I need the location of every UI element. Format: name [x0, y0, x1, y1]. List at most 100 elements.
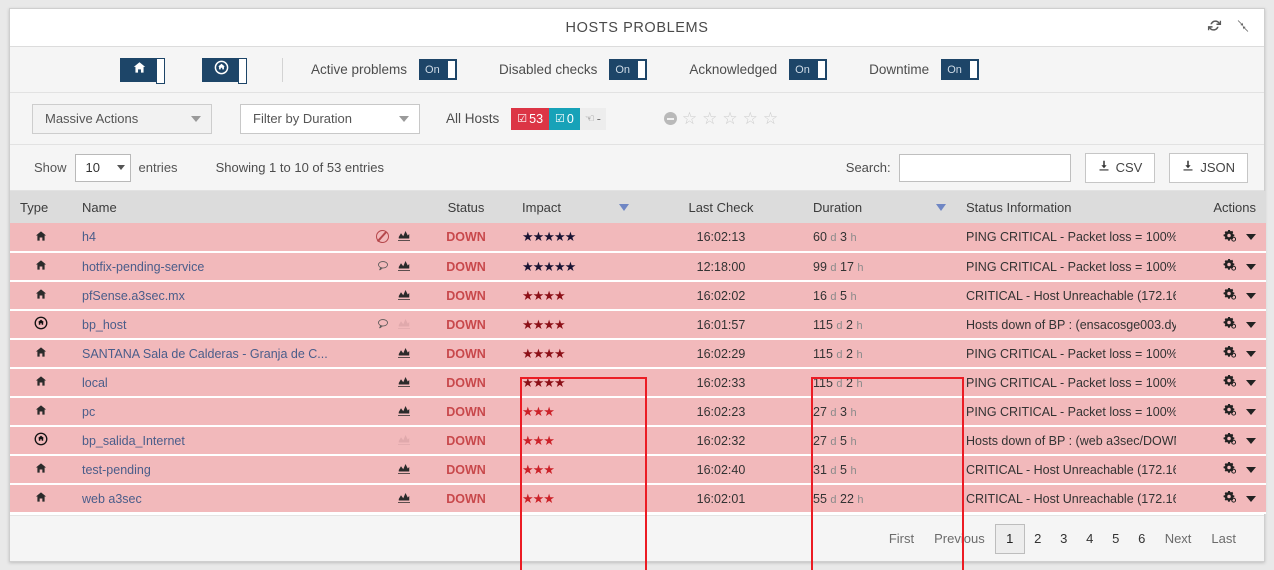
table-row[interactable]: bp_salida_Internet DOWN ★★★ 16:02:32 27 d 5 … [10, 426, 1266, 456]
star-filter-1[interactable]: ☆ [682, 110, 697, 127]
chevron-down-icon[interactable] [1246, 408, 1256, 415]
column-header-impact[interactable]: Impact [512, 191, 639, 223]
toggle-switch[interactable]: On [941, 59, 980, 80]
duration-filter-select[interactable]: Filter by Duration [240, 103, 420, 134]
pagination-page-3[interactable]: 3 [1051, 525, 1077, 553]
table-row[interactable]: SANTANA Sala de Calderas - Granja de C..… [10, 339, 1266, 369]
table-row[interactable]: h4 DOWN ★★★★★ 16:02:13 60 d 3 h PING CRITICAL… [10, 223, 1266, 253]
table-row[interactable]: bp_host DOWN ★★★★ 16:01:57 115 d 2 h Hosts do… [10, 310, 1266, 340]
gears-icon[interactable] [1223, 317, 1237, 332]
pagination-first[interactable]: First [879, 525, 924, 553]
host-link[interactable]: web a3sec [82, 492, 142, 506]
pagination-next[interactable]: Next [1155, 525, 1202, 553]
column-header-last-check[interactable]: Last Check [639, 191, 803, 223]
star-filter-5[interactable]: ☆ [763, 110, 778, 127]
chevron-down-icon[interactable] [1246, 437, 1256, 444]
toggle-switch[interactable]: On [609, 59, 648, 80]
chart-icon[interactable] [398, 405, 410, 418]
chevron-down-icon[interactable] [1246, 350, 1256, 357]
chevron-down-icon[interactable] [1246, 466, 1256, 473]
export-csv-button[interactable]: CSV [1084, 152, 1156, 183]
toggle-active-problems[interactable]: Active problems On [311, 59, 458, 80]
pagination-page-2[interactable]: 2 [1025, 525, 1051, 553]
gears-icon[interactable] [1223, 375, 1237, 390]
pagination-page-6[interactable]: 6 [1129, 525, 1155, 553]
table-row[interactable]: web a3sec DOWN ★★★ 16:02:01 55 d 22 h CRITICA… [10, 484, 1266, 514]
host-link[interactable]: hotfix-pending-service [82, 260, 204, 274]
column-header-status-information[interactable]: Status Information [956, 191, 1176, 223]
host-link[interactable]: test-pending [82, 463, 151, 477]
cell-type [10, 455, 72, 485]
chart-icon[interactable] [398, 347, 410, 360]
host-link[interactable]: h4 [82, 230, 96, 244]
chart-icon[interactable] [398, 492, 410, 505]
star-filter-2[interactable]: ☆ [702, 110, 717, 127]
cell-actions [1176, 484, 1266, 514]
chevron-down-icon[interactable] [1246, 292, 1256, 299]
gears-icon[interactable] [1223, 288, 1237, 303]
massive-actions-select[interactable]: Massive Actions [32, 103, 212, 134]
pagination-page-4[interactable]: 4 [1077, 525, 1103, 553]
toggle-switch[interactable]: On [789, 59, 828, 80]
chart-icon[interactable] [398, 376, 410, 389]
gears-icon[interactable] [1223, 462, 1237, 477]
gears-icon[interactable] [1223, 433, 1237, 448]
column-header-status[interactable]: Status [420, 191, 512, 223]
entries-per-page-select[interactable]: 10 [74, 153, 131, 182]
business-process-button[interactable] [202, 57, 247, 84]
star-filter-4[interactable]: ☆ [743, 110, 758, 127]
chevron-down-icon[interactable] [1246, 495, 1256, 502]
pagination-previous[interactable]: Previous [924, 525, 995, 553]
host-link[interactable]: SANTANA Sala de Calderas - Granja de C..… [82, 347, 328, 361]
ban-icon[interactable] [376, 230, 389, 243]
search-input[interactable] [898, 153, 1071, 182]
column-header-type[interactable]: Type [10, 191, 72, 223]
gears-icon[interactable] [1223, 491, 1237, 506]
chart-icon[interactable] [398, 260, 410, 273]
collapse-icon[interactable] [1236, 19, 1250, 38]
chart-icon[interactable] [398, 289, 410, 302]
host-link[interactable]: pfSense.a3sec.mx [82, 289, 185, 303]
toggle-acknowledged[interactable]: Acknowledged On [689, 59, 828, 80]
badge-ok[interactable]: ☑ 0 [549, 107, 580, 130]
toggle-downtime[interactable]: Downtime On [869, 59, 980, 80]
table-row[interactable]: local DOWN ★★★★ 16:02:33 115 d 2 h PING CRITI… [10, 368, 1266, 398]
table-row[interactable]: test-pending DOWN ★★★ 16:02:40 31 d 5 h CRITI… [10, 455, 1266, 485]
chevron-down-icon[interactable] [1246, 379, 1256, 386]
star-filter-3[interactable]: ☆ [722, 110, 737, 127]
pagination-page-1[interactable]: 1 [994, 523, 1025, 554]
gears-icon[interactable] [1223, 346, 1237, 361]
toggle-disabled-checks[interactable]: Disabled checks On [499, 59, 648, 80]
comment-icon[interactable] [377, 260, 389, 273]
pagination-page-5[interactable]: 5 [1103, 525, 1129, 553]
pagination-last[interactable]: Last [1201, 525, 1246, 553]
table-row[interactable]: hotfix-pending-service DOWN ★★★★★ 12:18:00 9… [10, 252, 1266, 282]
table-row[interactable]: pc DOWN ★★★ 16:02:23 27 d 3 h PING CRITICAL -… [10, 397, 1266, 427]
gears-icon[interactable] [1223, 259, 1237, 274]
badge-acknowledged[interactable]: ☜ - [579, 107, 606, 130]
table-row[interactable]: pfSense.a3sec.mx DOWN ★★★★ 16:02:02 16 d 5 h… [10, 281, 1266, 311]
chart-icon[interactable] [398, 230, 410, 243]
host-link[interactable]: pc [82, 405, 95, 419]
refresh-icon[interactable] [1207, 18, 1222, 38]
home-icon [35, 260, 47, 274]
comment-icon[interactable] [377, 318, 389, 331]
chevron-down-icon[interactable] [1246, 321, 1256, 328]
chevron-down-icon[interactable] [1246, 263, 1256, 270]
toggle-switch[interactable]: On [419, 59, 458, 80]
gears-icon[interactable] [1223, 404, 1237, 419]
export-json-button[interactable]: JSON [1169, 152, 1248, 183]
column-header-name[interactable]: Name [72, 191, 420, 223]
impact-star-filter: ☆ ☆ ☆ ☆ ☆ [663, 110, 778, 127]
host-link[interactable]: bp_salida_Internet [82, 434, 185, 448]
badge-critical[interactable]: ☑ 53 [511, 107, 550, 130]
host-link[interactable]: bp_host [82, 318, 126, 332]
host-link[interactable]: local [82, 376, 108, 390]
gears-icon[interactable] [1223, 229, 1237, 245]
column-header-duration[interactable]: Duration [803, 191, 956, 223]
cell-status: DOWN [420, 339, 512, 369]
chart-icon[interactable] [398, 463, 410, 476]
no-impact-icon[interactable] [663, 112, 677, 125]
chevron-down-icon[interactable] [1246, 234, 1256, 240]
hosts-button[interactable] [120, 57, 165, 84]
